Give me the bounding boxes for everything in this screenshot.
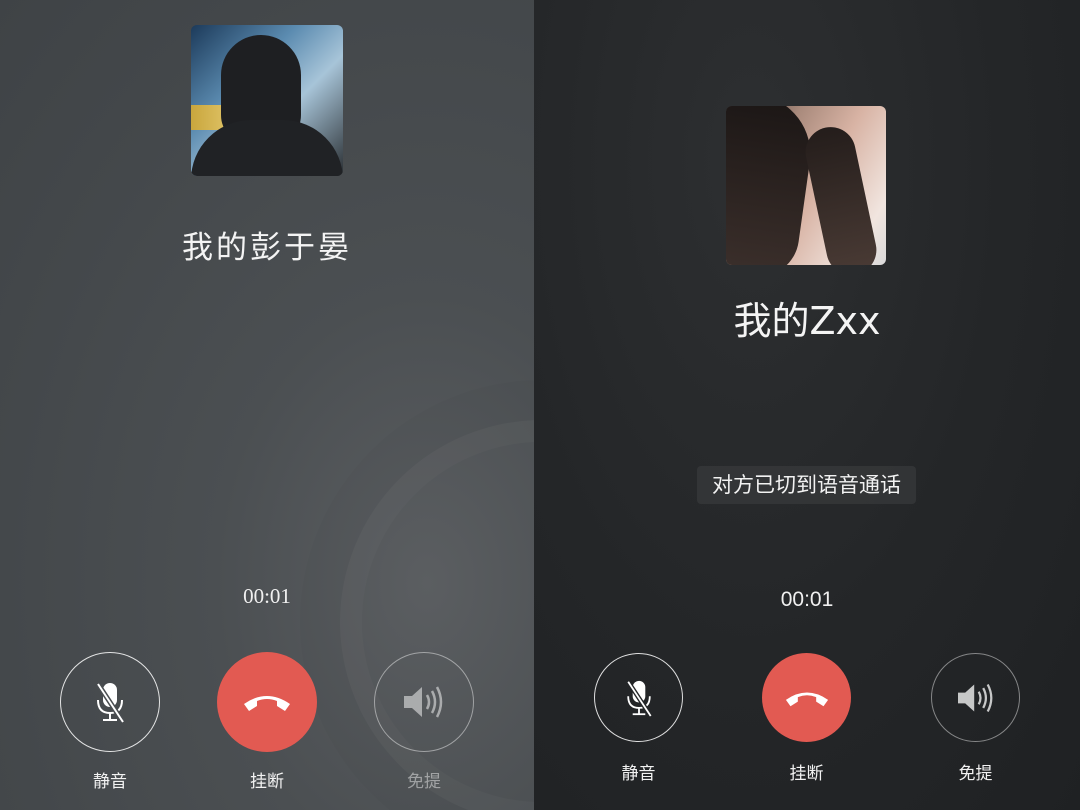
phone-hangup-icon bbox=[244, 696, 290, 711]
contact-avatar-left bbox=[191, 25, 343, 176]
speaker-icon bbox=[404, 686, 443, 718]
mute-button-right[interactable] bbox=[594, 653, 683, 742]
contact-name-left: 我的彭于晏 bbox=[182, 230, 352, 266]
hangup-label-left: 挂断 bbox=[250, 772, 284, 792]
call-screens: 我的彭于晏 00:01 静音 挂断 免提 我的Zxx 对方已切到语音通话 00:… bbox=[0, 0, 1080, 810]
call-timer-right: 00:01 bbox=[780, 588, 834, 611]
voice-call-notice: 对方已切到语音通话 bbox=[697, 466, 916, 504]
contact-avatar-right bbox=[726, 106, 886, 265]
call-timer-left: 00:01 bbox=[243, 584, 291, 608]
phone-hangup-icon bbox=[785, 692, 828, 706]
mic-muted-icon bbox=[95, 682, 126, 724]
mic-muted-icon bbox=[625, 680, 653, 717]
mute-label-left: 静音 bbox=[93, 772, 127, 792]
hangup-label-right: 挂断 bbox=[789, 764, 824, 784]
mute-button-left[interactable] bbox=[60, 652, 160, 752]
mute-label-right: 静音 bbox=[621, 764, 656, 784]
speaker-label-left: 免提 bbox=[407, 772, 441, 792]
speaker-button-right[interactable] bbox=[931, 653, 1020, 742]
hangup-button-left[interactable] bbox=[217, 652, 317, 752]
speaker-label-right: 免提 bbox=[958, 764, 993, 784]
speaker-icon bbox=[957, 683, 992, 712]
hangup-button-right[interactable] bbox=[762, 653, 851, 742]
contact-name-right: 我的Zxx bbox=[733, 299, 881, 343]
speaker-button-left[interactable] bbox=[374, 652, 474, 752]
